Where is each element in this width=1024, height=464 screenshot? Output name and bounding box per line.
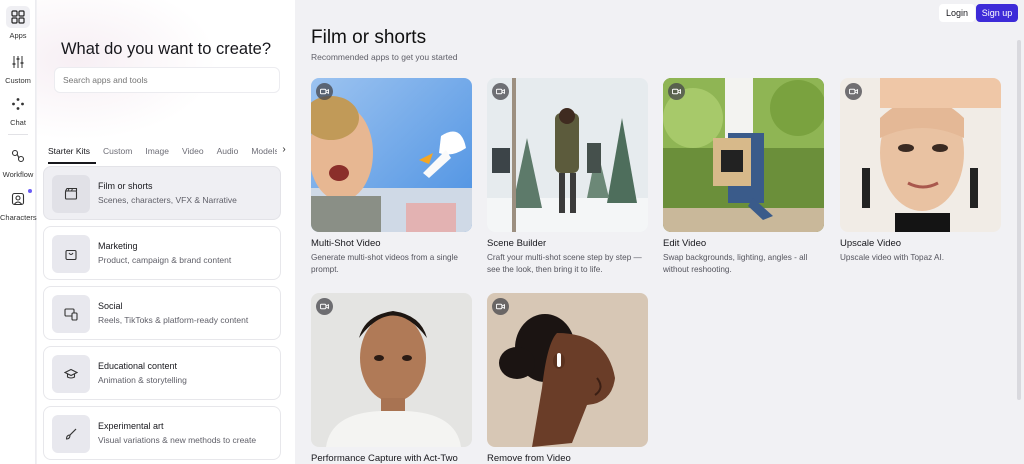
rail-label-custom: Custom <box>5 76 31 85</box>
card-description: Swap backgrounds, lighting, angles - all… <box>663 253 808 274</box>
category-tabs: Starter Kits Custom Image Video Audio Models <box>48 146 290 160</box>
active-tab-indicator <box>48 162 96 164</box>
kit-film-or-shorts[interactable]: Film or shorts Scenes, characters, VFX &… <box>43 166 281 220</box>
video-camera-icon <box>316 83 333 100</box>
rail-divider <box>8 134 28 135</box>
app-card-upscale-video[interactable]: Upscale Video Upscale video with Topaz A… <box>840 78 1001 264</box>
app-card-remove-from-video[interactable]: Remove from Video <box>487 293 648 464</box>
tab-starter-kits[interactable]: Starter Kits <box>48 146 90 156</box>
character-icon <box>11 192 25 206</box>
sliders-icon <box>12 56 24 68</box>
kit-subtitle: Visual variations & new methods to creat… <box>98 435 257 445</box>
panel-title: What do you want to create? <box>60 40 272 58</box>
tab-custom[interactable]: Custom <box>103 146 132 156</box>
card-title: Multi-Shot Video <box>311 238 381 249</box>
tab-video[interactable]: Video <box>182 146 204 156</box>
kit-social[interactable]: Social Reels, TikToks & platform-ready c… <box>43 286 281 340</box>
left-rail: Apps Custom Chat Workflow Characters <box>0 0 37 464</box>
video-camera-icon <box>492 83 509 100</box>
card-thumbnail <box>663 78 824 232</box>
grid-icon <box>11 10 25 24</box>
app-card-scene-builder[interactable]: Scene Builder Craft your multi-shot scen… <box>487 78 648 276</box>
kit-title: Social <box>98 301 123 311</box>
kit-subtitle: Animation & storytelling <box>98 375 187 385</box>
sparkle-icon <box>12 98 24 110</box>
card-thumbnail <box>487 293 648 447</box>
card-title: Remove from Video <box>487 453 571 464</box>
rail-label-apps: Apps <box>9 31 27 40</box>
card-description: Upscale video with Topaz AI. <box>840 253 945 262</box>
brush-icon <box>52 415 90 453</box>
tab-models[interactable]: Models <box>251 146 278 156</box>
kit-marketing[interactable]: Marketing Product, campaign & brand cont… <box>43 226 281 280</box>
main-content: Login Sign up Film or shorts Recommended… <box>296 0 1024 464</box>
video-camera-icon <box>668 83 685 100</box>
notification-dot <box>28 189 32 193</box>
kit-subtitle: Scenes, characters, VFX & Narrative <box>98 195 237 205</box>
graduation-cap-icon <box>52 355 90 393</box>
video-camera-icon <box>316 298 333 315</box>
rail-item-workflow[interactable]: Workflow <box>0 145 36 179</box>
kit-educational-content[interactable]: Educational content Animation & storytel… <box>43 346 281 400</box>
card-thumbnail <box>840 78 1001 232</box>
starter-panel: What do you want to create? Starter Kits… <box>37 0 295 464</box>
card-title: Edit Video <box>663 238 707 249</box>
login-button[interactable]: Login <box>939 4 975 22</box>
card-description: Generate multi-shot videos from a single… <box>311 253 458 274</box>
app-card-performance-capture[interactable]: Performance Capture with Act-Two <box>311 293 472 464</box>
scrollbar[interactable] <box>1017 40 1021 400</box>
rail-item-apps[interactable]: Apps <box>0 6 36 40</box>
card-thumbnail <box>311 293 472 447</box>
card-thumbnail <box>487 78 648 232</box>
kit-subtitle: Product, campaign & brand content <box>98 255 232 265</box>
app-card-multi-shot-video[interactable]: Multi-Shot Video Generate multi-shot vid… <box>311 78 472 276</box>
video-camera-icon <box>845 83 862 100</box>
kit-title: Film or shorts <box>98 181 153 191</box>
tabs-scroll-right-icon[interactable]: › <box>277 144 291 160</box>
card-title: Scene Builder <box>487 238 547 249</box>
card-title: Performance Capture with Act-Two <box>311 453 458 464</box>
tab-image[interactable]: Image <box>145 146 169 156</box>
page-subtitle: Recommended apps to get you started <box>311 52 458 62</box>
app-card-edit-video[interactable]: Edit Video Swap backgrounds, lighting, a… <box>663 78 824 276</box>
rail-label-workflow: Workflow <box>2 170 34 179</box>
rail-item-characters[interactable]: Characters <box>0 188 37 222</box>
card-description: Craft your multi-shot scene step by step… <box>487 253 642 274</box>
clapperboard-icon <box>52 175 90 213</box>
kit-title: Experimental art <box>98 421 164 431</box>
rail-item-custom[interactable]: Custom <box>0 51 36 85</box>
rail-item-chat[interactable]: Chat <box>0 93 36 127</box>
page-title: Film or shorts <box>311 27 427 48</box>
card-thumbnail <box>311 78 472 232</box>
tab-audio[interactable]: Audio <box>217 146 239 156</box>
rail-label-chat: Chat <box>10 118 26 127</box>
kit-title: Marketing <box>98 241 138 251</box>
signup-button[interactable]: Sign up <box>976 4 1018 22</box>
video-camera-icon <box>492 298 509 315</box>
shopping-bag-icon <box>52 235 90 273</box>
search-input[interactable] <box>54 67 280 93</box>
kit-title: Educational content <box>98 361 178 371</box>
devices-icon <box>52 295 90 333</box>
kit-subtitle: Reels, TikToks & platform-ready content <box>98 315 249 325</box>
workflow-icon <box>11 149 25 163</box>
rail-label-characters: Characters <box>0 213 37 222</box>
kit-experimental-art[interactable]: Experimental art Visual variations & new… <box>43 406 281 460</box>
card-title: Upscale Video <box>840 238 902 249</box>
